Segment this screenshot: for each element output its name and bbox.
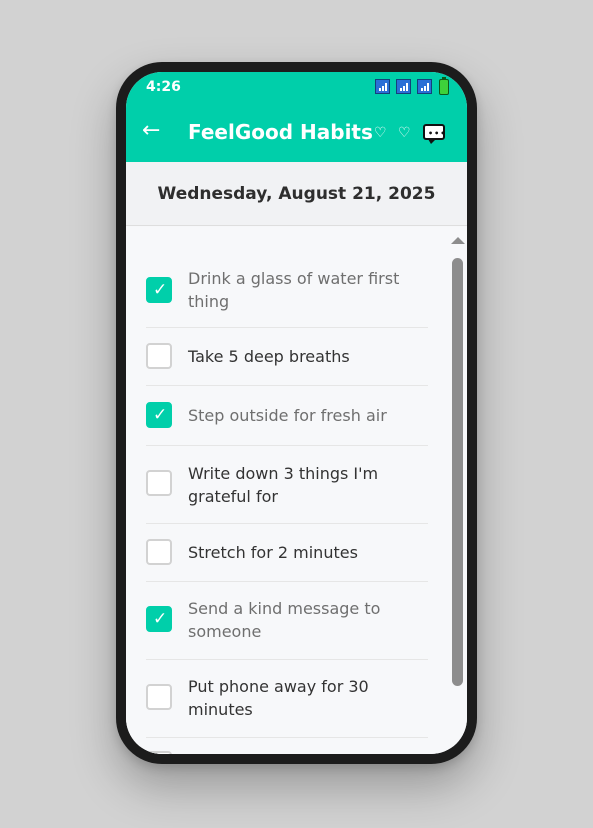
chat-bubble-icon[interactable]: •••	[423, 124, 447, 144]
habit-checkbox[interactable]	[146, 751, 172, 754]
checkmark-icon: ✓	[153, 280, 168, 300]
phone-frame: 4:26 ← FeelGood Habits ♡ ♡ ••• Wednesday…	[116, 62, 477, 764]
habit-checkbox[interactable]	[146, 343, 172, 369]
habit-item[interactable]: Take 5 deep breaths	[146, 327, 428, 386]
battery-icon	[439, 77, 449, 95]
app-header: ← FeelGood Habits ♡ ♡ •••	[126, 104, 467, 162]
habit-item[interactable]: ✓ Drink a glass of water first thing	[146, 255, 428, 328]
checkmark-icon: ✓	[153, 405, 168, 425]
habit-checkbox[interactable]: ✓	[146, 402, 172, 428]
date-header: Wednesday, August 21, 2025	[126, 162, 467, 226]
heart-icon[interactable]: ♡	[398, 125, 411, 141]
habit-label: Take 5 deep breaths	[188, 347, 350, 366]
checkmark-icon: ✓	[153, 609, 168, 629]
habit-label: Drink a glass of water first thing	[188, 269, 400, 311]
habit-item[interactable]: Put phone away for 30 minutes	[146, 659, 428, 738]
scrollbar-thumb[interactable]	[452, 258, 463, 686]
habit-label: Step outside for fresh air	[188, 406, 387, 425]
habit-label: Stretch for 2 minutes	[188, 543, 358, 562]
signal-icon	[375, 79, 390, 94]
back-arrow-icon[interactable]: ←	[142, 118, 160, 143]
status-bar: 4:26	[126, 72, 467, 104]
habit-checkbox[interactable]	[146, 684, 172, 710]
status-time: 4:26	[146, 79, 181, 95]
habit-checkbox[interactable]: ✓	[146, 606, 172, 632]
scrollbar[interactable]	[448, 227, 467, 754]
habit-label: Write down 3 things I'm grateful for	[188, 464, 379, 506]
heart-icon[interactable]: ♡	[374, 125, 387, 141]
habit-label: Put phone away for 30 minutes	[188, 677, 369, 719]
habit-list: ✓ Drink a glass of water first thing Tak…	[126, 227, 448, 754]
habit-item[interactable]: Write down 3 things I'm grateful for	[146, 445, 428, 524]
habit-item[interactable]	[146, 737, 428, 754]
signal-icon	[417, 79, 432, 94]
habit-label: Send a kind message to someone	[188, 599, 381, 641]
chat-dots: •••	[428, 129, 447, 138]
habit-item[interactable]: ✓ Send a kind message to someone	[146, 581, 428, 660]
phone-screen: 4:26 ← FeelGood Habits ♡ ♡ ••• Wednesday…	[126, 72, 467, 754]
date-text: Wednesday, August 21, 2025	[157, 184, 436, 204]
signal-icon	[396, 79, 411, 94]
habit-checkbox[interactable]	[146, 470, 172, 496]
status-icons	[375, 77, 449, 95]
habit-item[interactable]: Stretch for 2 minutes	[146, 523, 428, 582]
habit-checkbox[interactable]: ✓	[146, 277, 172, 303]
scroll-up-arrow-icon[interactable]	[451, 237, 465, 244]
app-title: FeelGood Habits	[188, 120, 373, 144]
habit-checkbox[interactable]	[146, 539, 172, 565]
habit-item[interactable]: ✓ Step outside for fresh air	[146, 385, 428, 446]
